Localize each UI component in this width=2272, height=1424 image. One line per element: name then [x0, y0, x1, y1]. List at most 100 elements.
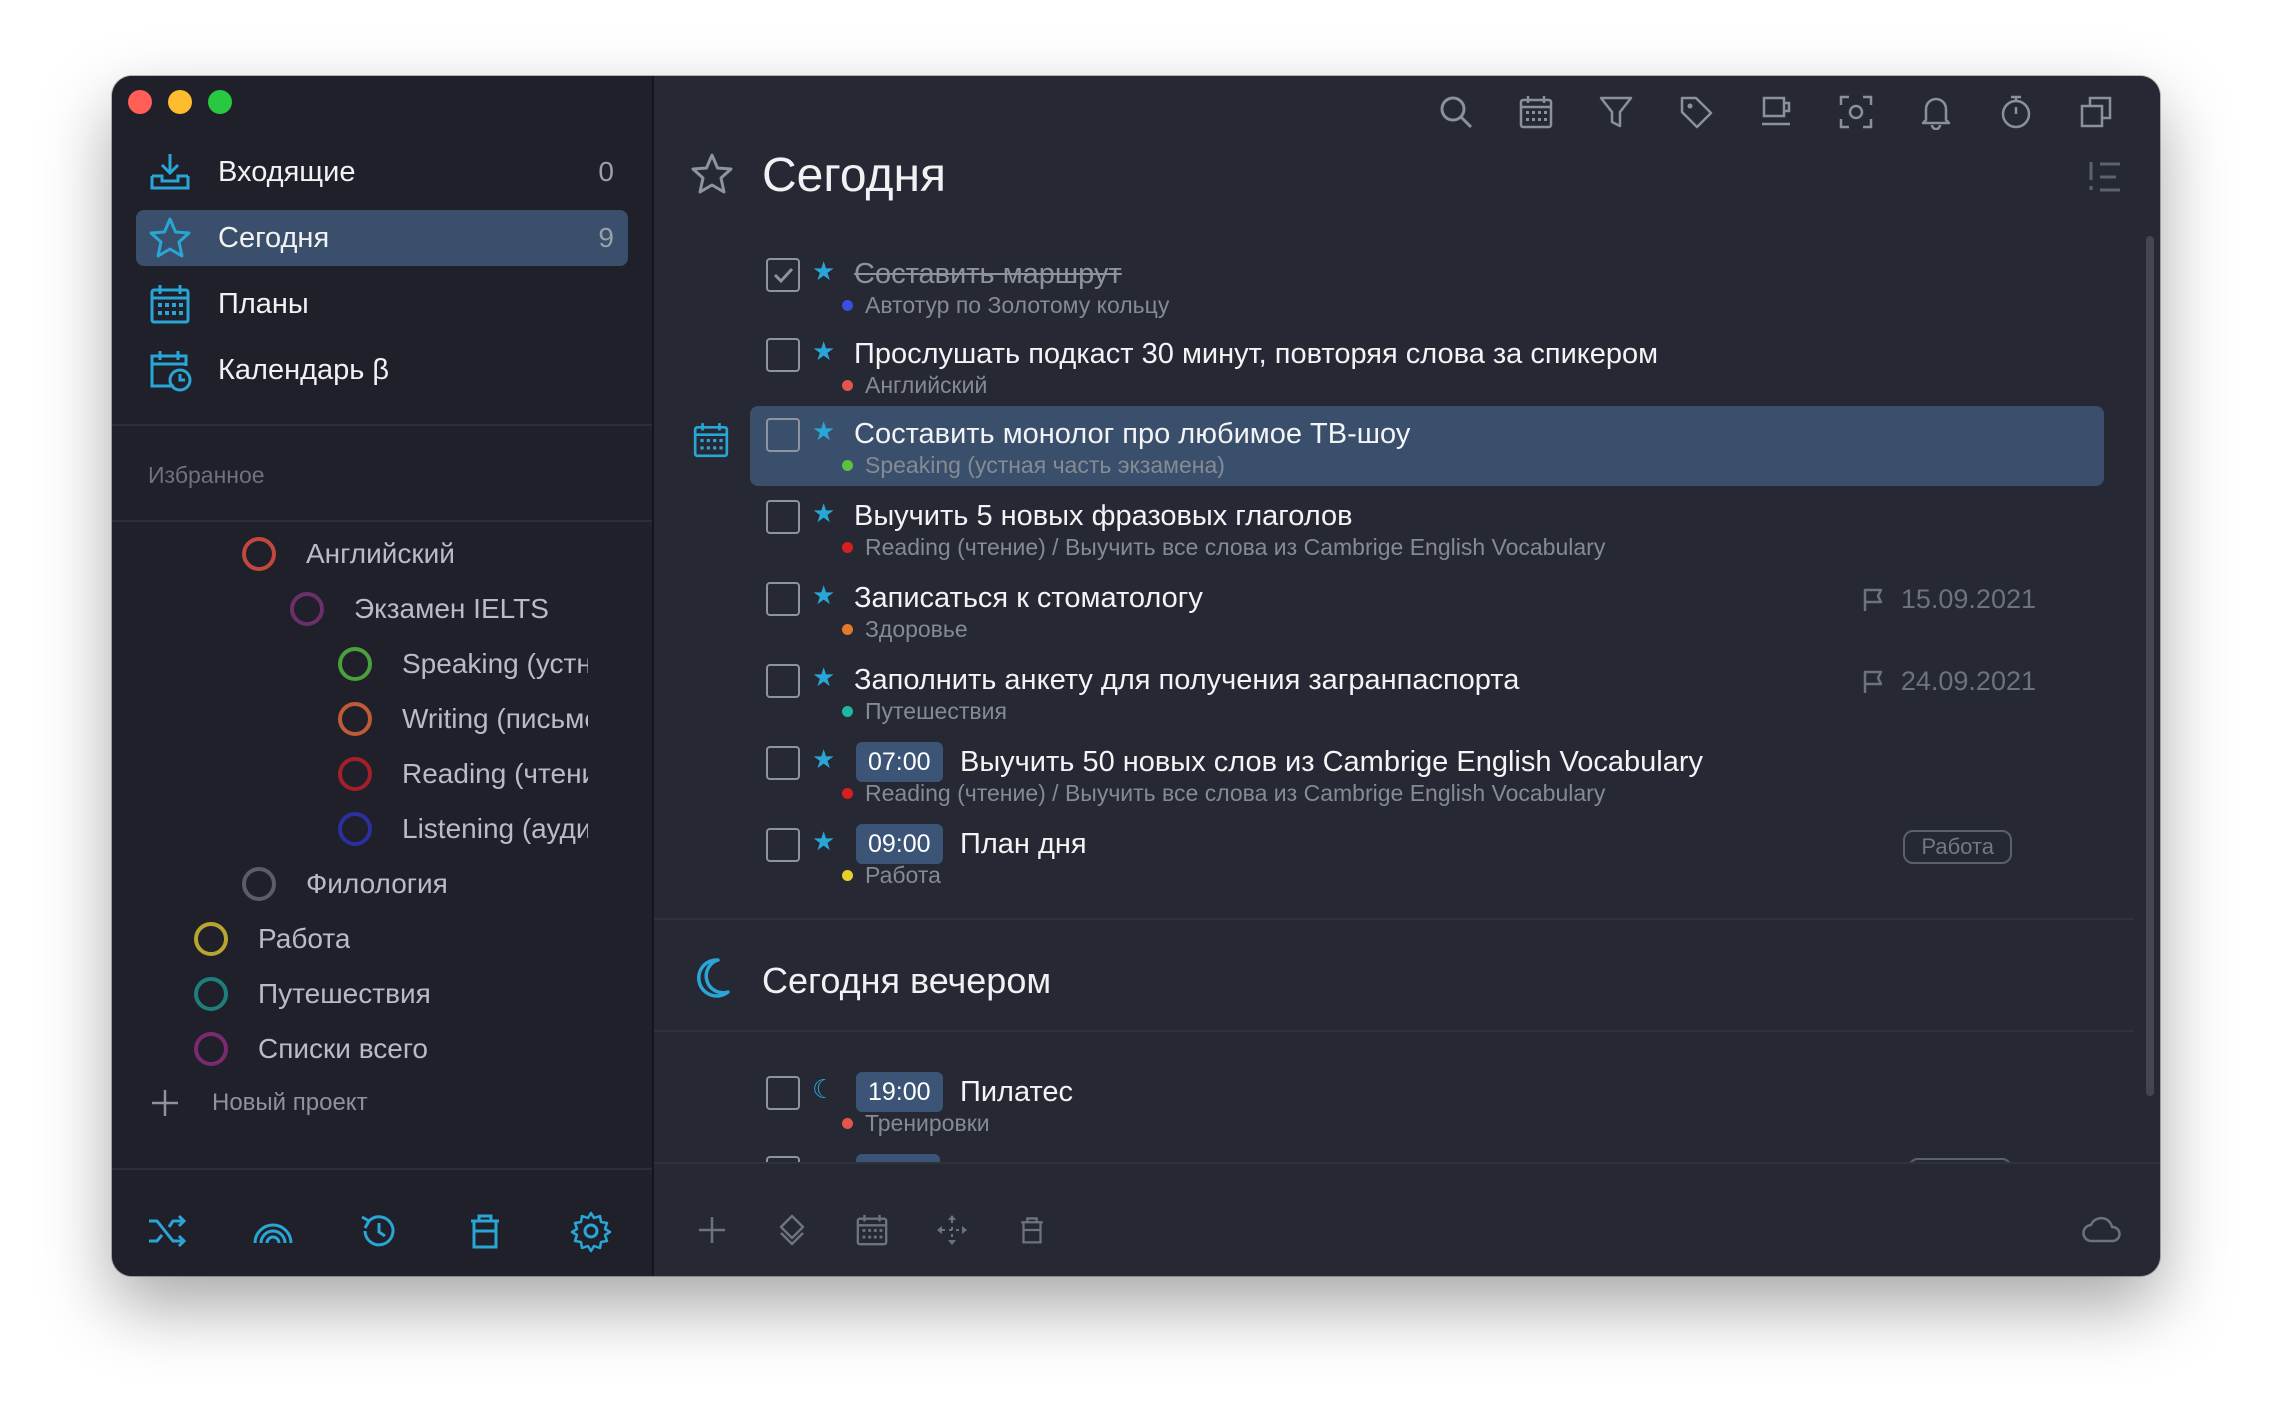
- project-reading[interactable]: Reading (чтение): [338, 752, 622, 796]
- inbox-icon: [146, 148, 194, 196]
- project-speaking[interactable]: Speaking (устная часть экзамена): [338, 642, 622, 686]
- rainbow-icon: [253, 1223, 293, 1244]
- project-dot: [842, 542, 853, 553]
- project-all-lists[interactable]: Списки всего: [194, 1027, 622, 1071]
- sync-button[interactable]: [2080, 1208, 2124, 1252]
- bell-icon: [1921, 97, 1951, 130]
- sidebar-divider: [112, 424, 652, 426]
- search-button[interactable]: [1434, 90, 1478, 134]
- task-checkbox[interactable]: [766, 664, 800, 698]
- sidebar-divider: [112, 1168, 652, 1170]
- close-window-button[interactable]: [128, 90, 152, 114]
- today-count: 9: [598, 222, 614, 253]
- new-project-label: Новый проект: [212, 1089, 368, 1116]
- sidebar: Входящие 0 Сегодня 9 Планы Календарь β И…: [112, 76, 654, 1276]
- task-row-selected[interactable]: ★ Составить монолог про любимое ТВ-шоу S…: [750, 406, 2104, 486]
- zoom-window-button[interactable]: [208, 90, 232, 114]
- shuffle-button[interactable]: [142, 1206, 192, 1256]
- sidebar-item-plans[interactable]: Планы: [136, 276, 628, 332]
- sort-button[interactable]: [2086, 158, 2124, 196]
- task-row[interactable]: ★ Прослушать подкаст 30 минут, повторяя …: [750, 326, 2104, 406]
- task-row[interactable]: ★ Составить маршрут Автотур по Золотому …: [750, 246, 2104, 326]
- task-row-partial[interactable]: [750, 1146, 2104, 1162]
- focus-icon: [1839, 95, 1873, 129]
- project-english[interactable]: Английский: [242, 532, 622, 576]
- project-ring-icon: [194, 922, 228, 956]
- project-work[interactable]: Работа: [194, 917, 622, 961]
- project-ielts[interactable]: Экзамен IELTS: [290, 587, 622, 631]
- calendar-grid-icon: [146, 280, 194, 328]
- star-icon: ★: [812, 416, 836, 446]
- project-dot: [842, 870, 853, 881]
- move-icon: [937, 1215, 967, 1245]
- task-time-badge: 19:00: [856, 1072, 943, 1112]
- sidebar-item-label: Планы: [218, 287, 309, 320]
- tag-button[interactable]: [1674, 90, 1718, 134]
- tag-icon: [1680, 96, 1713, 129]
- task-checkbox[interactable]: [766, 828, 800, 862]
- schedule-button[interactable]: [850, 1208, 894, 1252]
- task-row[interactable]: ★ Записаться к стоматологу Здоровье 15.0…: [750, 570, 2104, 650]
- project-label: Списки всего: [258, 1033, 428, 1064]
- notifications-button[interactable]: [1914, 90, 1958, 134]
- priority-button[interactable]: [770, 1208, 814, 1252]
- task-row[interactable]: ☾ 19:00 Пилатес Тренировки: [750, 1064, 2104, 1144]
- focus-button[interactable]: [1834, 90, 1878, 134]
- add-task-button[interactable]: [690, 1208, 734, 1252]
- task-row[interactable]: ★ 09:00 План дня Работа Работа: [750, 816, 2104, 896]
- project-dot: [842, 380, 853, 391]
- sidebar-item-inbox[interactable]: Входящие 0: [136, 144, 628, 200]
- task-checkbox[interactable]: [766, 500, 800, 534]
- task-checkbox[interactable]: [766, 582, 800, 616]
- trash-button[interactable]: [460, 1206, 510, 1256]
- project-dot: [842, 624, 853, 635]
- sidebar-item-label: Сегодня: [218, 221, 330, 254]
- task-row[interactable]: ★ Выучить 5 новых фразовых глаголов Read…: [750, 488, 2104, 568]
- project-ring-icon: [338, 757, 372, 791]
- delete-button[interactable]: [1010, 1208, 1054, 1252]
- sidebar-item-today[interactable]: Сегодня 9: [136, 210, 628, 266]
- moon-icon: [692, 956, 732, 1000]
- section-divider: [654, 1030, 2134, 1032]
- project-ring-icon: [242, 867, 276, 901]
- star-icon: [146, 214, 194, 262]
- history-icon: [361, 1215, 395, 1247]
- sidebar-item-calendar[interactable]: Календарь β: [136, 342, 628, 398]
- task-project-label: Английский: [865, 372, 988, 398]
- calendar-button[interactable]: [1514, 90, 1558, 134]
- filter-button[interactable]: [1594, 90, 1638, 134]
- task-project: Speaking (устная часть экзамена): [842, 452, 1225, 479]
- task-checkbox[interactable]: [766, 418, 800, 452]
- task-tag[interactable]: Работа: [1903, 830, 2012, 864]
- project-writing[interactable]: Writing (письменная часть экзамена): [338, 697, 622, 741]
- project-ring-icon: [290, 592, 324, 626]
- task-checkbox[interactable]: [766, 746, 800, 780]
- star-icon: ★: [812, 498, 836, 528]
- calendar-icon: [1519, 96, 1553, 129]
- project-listening[interactable]: Listening (аудирование): [338, 807, 622, 851]
- windows-button[interactable]: [2074, 90, 2118, 134]
- main-pane: Сегодня ★ Составить маршрут Автотур по З…: [654, 76, 2160, 1276]
- task-checkbox[interactable]: [766, 258, 800, 292]
- task-project: Путешествия: [842, 698, 1007, 725]
- rainbow-button[interactable]: [248, 1206, 298, 1256]
- project-dot: [842, 1118, 853, 1129]
- task-checkbox[interactable]: [766, 1076, 800, 1110]
- moon-icon: ☾: [812, 1074, 836, 1104]
- scrollbar[interactable]: [2146, 236, 2154, 1096]
- task-project: Английский: [842, 372, 987, 399]
- star-icon: ★: [812, 580, 836, 610]
- project-philology[interactable]: Филология: [242, 862, 622, 906]
- new-project-button[interactable]: Новый проект: [148, 1086, 368, 1120]
- project-travel[interactable]: Путешествия: [194, 972, 622, 1016]
- task-row[interactable]: ★ 07:00 Выучить 50 новых слов из Cambrig…: [750, 734, 2104, 814]
- task-checkbox[interactable]: [766, 338, 800, 372]
- move-button[interactable]: [930, 1208, 974, 1252]
- settings-button[interactable]: [566, 1206, 616, 1256]
- timer-button[interactable]: [1994, 90, 2038, 134]
- sidebar-divider: [112, 520, 652, 522]
- coffee-button[interactable]: [1754, 90, 1798, 134]
- history-button[interactable]: [354, 1206, 404, 1256]
- minimize-window-button[interactable]: [168, 90, 192, 114]
- task-row[interactable]: ★ Заполнить анкету для получения загранп…: [750, 652, 2104, 732]
